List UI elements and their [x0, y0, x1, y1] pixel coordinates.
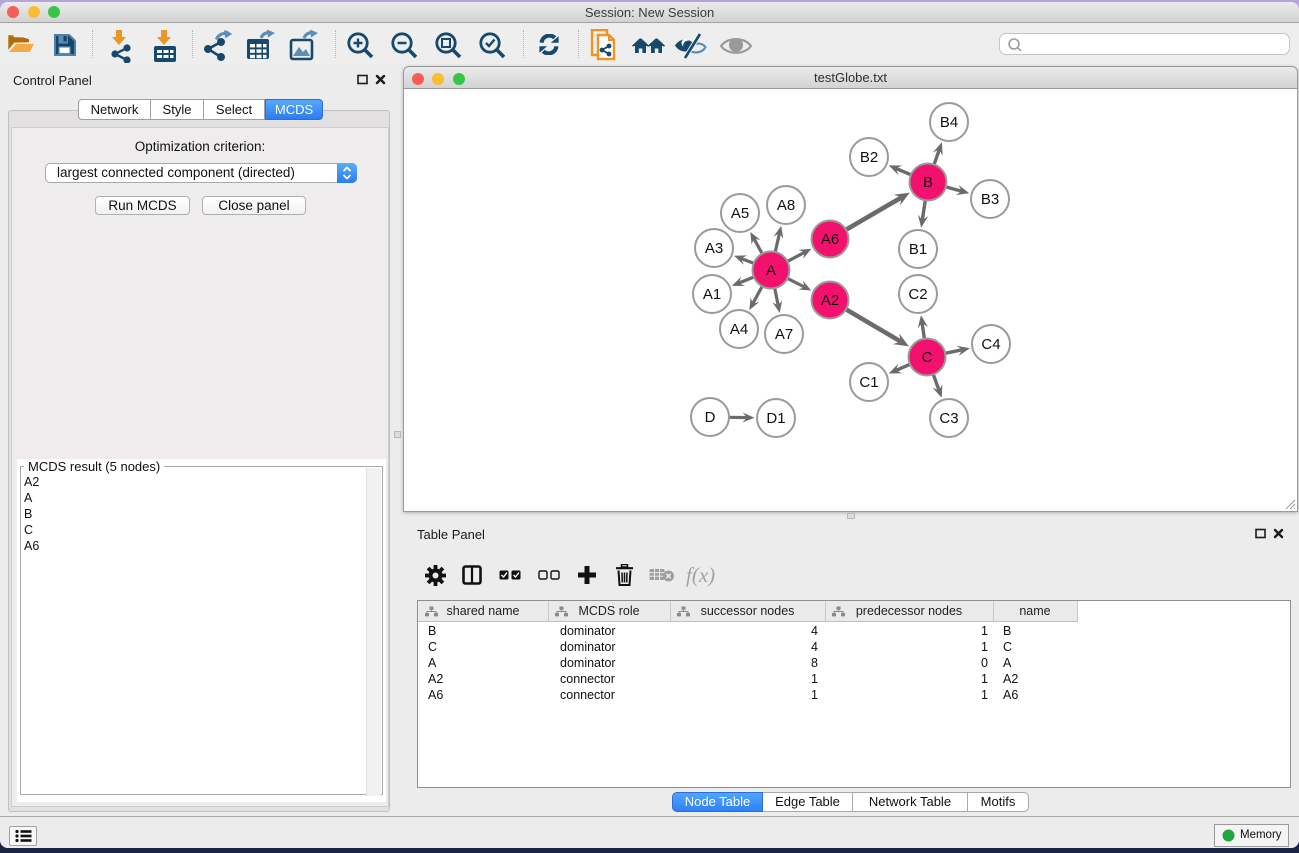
- svg-text:C2: C2: [908, 286, 927, 303]
- svg-text:B4: B4: [940, 114, 958, 131]
- svg-text:B: B: [923, 174, 933, 191]
- svg-text:A6: A6: [821, 231, 839, 248]
- svg-text:A3: A3: [705, 240, 723, 257]
- svg-text:B3: B3: [981, 191, 999, 208]
- svg-text:C1: C1: [859, 374, 878, 391]
- svg-text:C3: C3: [939, 410, 958, 427]
- svg-text:D: D: [705, 409, 716, 426]
- svg-text:D1: D1: [766, 410, 785, 427]
- svg-text:C: C: [922, 349, 933, 366]
- svg-text:B2: B2: [860, 149, 878, 166]
- svg-text:A8: A8: [777, 197, 795, 214]
- svg-text:C4: C4: [981, 336, 1000, 353]
- svg-text:A1: A1: [703, 286, 721, 303]
- svg-text:A7: A7: [775, 326, 793, 343]
- svg-text:A2: A2: [821, 292, 839, 309]
- svg-text:A4: A4: [730, 321, 748, 338]
- svg-text:A: A: [766, 262, 776, 279]
- svg-text:B1: B1: [909, 241, 927, 258]
- svg-text:A5: A5: [731, 205, 749, 222]
